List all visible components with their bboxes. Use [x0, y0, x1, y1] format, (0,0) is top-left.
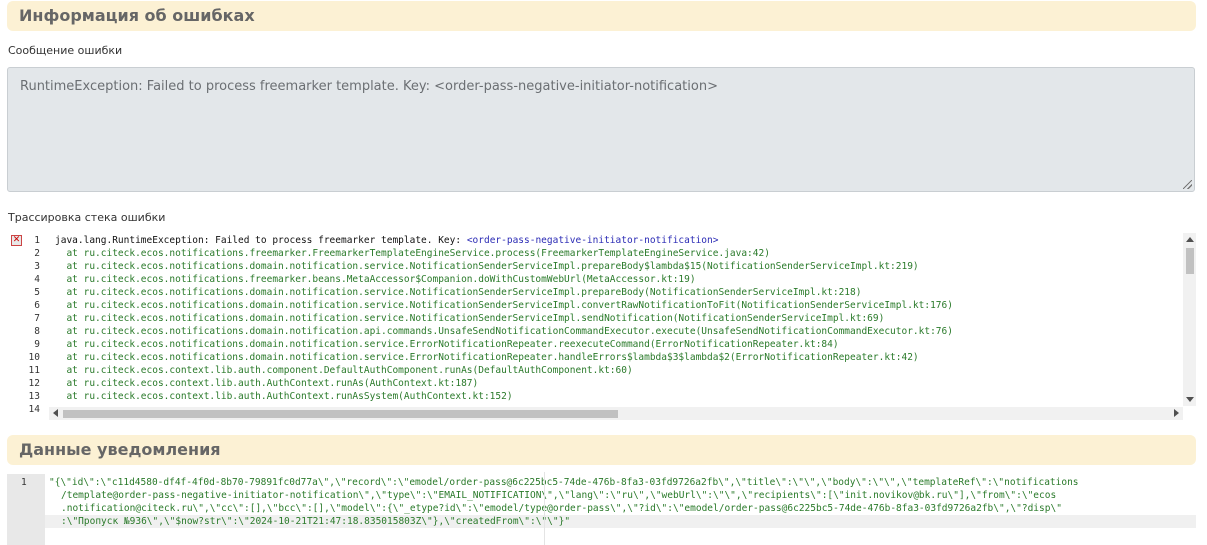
stack-trace-horizontal-scrollbar[interactable]	[49, 407, 1183, 420]
stack-trace-line: at ru.citeck.ecos.notifications.domain.n…	[55, 352, 919, 363]
notification-data-editor[interactable]: 1 "{\"id\":\"c11d4580-df4f-4f0d-8b70-798…	[7, 474, 1196, 545]
stack-trace-editor[interactable]: ✕ 1 2 3 4 5 6 7 8 9 10 11 12 13 14 java.…	[7, 233, 1183, 421]
exception-text: java.lang.RuntimeException: Failed to pr…	[55, 235, 467, 246]
stack-trace-vertical-scrollbar[interactable]	[1183, 233, 1196, 406]
line-number: 4	[34, 274, 40, 285]
error-info-header: Информация об ошибках	[7, 1, 1196, 31]
line-number: 2	[34, 248, 40, 259]
line-number: 9	[34, 339, 40, 350]
error-message-label: Сообщение ошибки	[8, 44, 123, 57]
stack-trace-line: at ru.citeck.ecos.notifications.domain.n…	[55, 313, 885, 324]
stack-trace-gutter: ✕ 1 2 3 4 5 6 7 8 9 10 11 12 13 14	[7, 233, 49, 415]
json-line: /template@order-pass-negative-initiator-…	[61, 490, 1057, 501]
template-key: <order-pass-negative-initiator-notificat…	[466, 235, 719, 246]
line-number: 1	[34, 235, 40, 246]
json-gutter: 1	[7, 474, 45, 545]
stack-trace-line: at ru.citeck.ecos.context.lib.auth.AuthC…	[55, 378, 479, 389]
json-line: :\"Пропуск №936\",\"$now?str\":\"2024-10…	[61, 516, 571, 527]
error-message-textarea[interactable]: RuntimeException: Failed to process free…	[7, 67, 1195, 192]
line-number: 13	[28, 391, 40, 402]
line-number: 1	[21, 477, 27, 488]
scrollbar-thumb[interactable]	[63, 410, 618, 418]
stack-trace-line: at ru.citeck.ecos.notifications.freemark…	[55, 248, 770, 259]
stack-trace-line: java.lang.RuntimeException: Failed to pr…	[55, 234, 718, 247]
json-line: "{\"id\":\"c11d4580-df4f-4f0d-8b70-79891…	[49, 477, 1079, 488]
notification-data-header: Данные уведомления	[7, 435, 1196, 465]
scrollbar-thumb[interactable]	[1186, 248, 1194, 274]
stack-trace-line: at ru.citeck.ecos.context.lib.auth.compo…	[55, 365, 633, 376]
line-number: 5	[34, 287, 40, 298]
stack-trace-line: at ru.citeck.ecos.notifications.domain.n…	[55, 326, 953, 337]
line-number: 12	[28, 378, 40, 389]
stack-trace-label: Трассировка стека ошибки	[8, 211, 166, 224]
stack-trace-line: at ru.citeck.ecos.notifications.freemark…	[55, 274, 696, 285]
line-number: 11	[28, 365, 40, 376]
line-number: 8	[34, 326, 40, 337]
line-number: 7	[34, 313, 40, 324]
error-marker-icon: ✕	[11, 235, 22, 246]
line-number: 3	[34, 261, 40, 272]
stack-trace-line: at ru.citeck.ecos.notifications.domain.n…	[55, 300, 953, 311]
stack-trace-line: at ru.citeck.ecos.notifications.domain.n…	[55, 287, 862, 298]
scroll-left-icon[interactable]	[53, 409, 58, 417]
notification-data-title: Данные уведомления	[19, 440, 221, 459]
stack-trace-line: at ru.citeck.ecos.notifications.domain.n…	[55, 261, 919, 272]
json-line: .notification@citeck.ru\",\"cc\":[],\"bc…	[61, 503, 1062, 514]
stack-trace-line: at ru.citeck.ecos.context.lib.auth.AuthC…	[55, 391, 513, 402]
scroll-right-icon[interactable]	[1174, 409, 1179, 417]
line-number: 10	[28, 352, 40, 363]
resize-handle-icon[interactable]	[1183, 180, 1192, 189]
error-info-title: Информация об ошибках	[19, 6, 255, 25]
line-number: 6	[34, 300, 40, 311]
stack-trace-line: at ru.citeck.ecos.notifications.domain.n…	[55, 339, 839, 350]
scroll-up-icon[interactable]	[1186, 237, 1194, 242]
print-margin-divider	[544, 472, 545, 545]
error-message-text: RuntimeException: Failed to process free…	[20, 79, 718, 94]
scroll-down-icon[interactable]	[1186, 397, 1194, 402]
line-number: 14	[28, 404, 40, 415]
